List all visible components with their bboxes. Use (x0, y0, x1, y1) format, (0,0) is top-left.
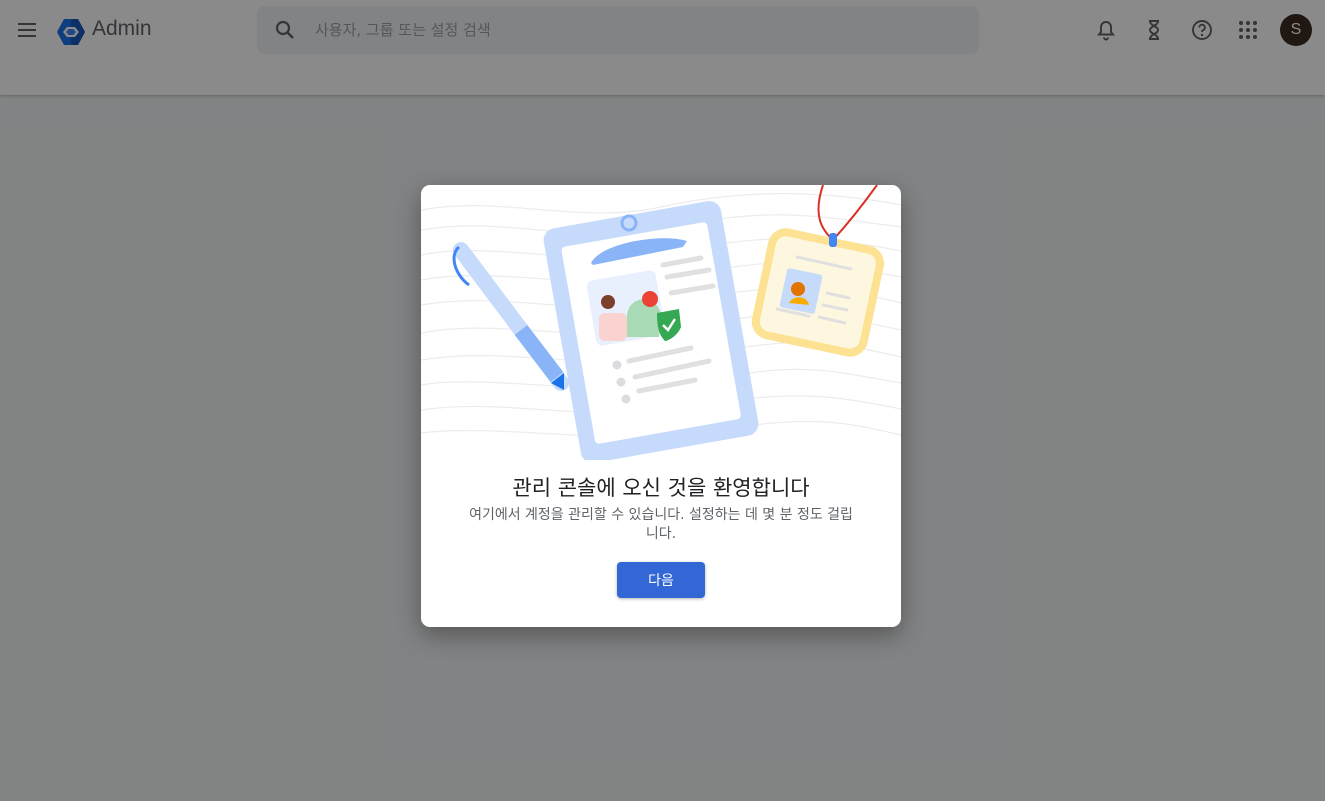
next-button[interactable]: 다음 (617, 562, 705, 598)
dialog-body: 여기에서 계정을 관리할 수 있습니다. 설정하는 데 몇 분 정도 걸립 니다… (441, 506, 881, 544)
welcome-dialog: 관리 콘솔에 오신 것을 환영합니다 여기에서 계정을 관리할 수 있습니다. … (421, 185, 901, 627)
welcome-illustration (421, 185, 901, 460)
pen-icon (452, 242, 569, 391)
dialog-title: 관리 콘솔에 오신 것을 환영합니다 (512, 476, 810, 500)
clipboard-icon (543, 201, 759, 460)
dialog-body-line: 니다. (645, 526, 677, 542)
id-badge-icon (751, 185, 885, 357)
dialog-body-line: 여기에서 계정을 관리할 수 있습니다. 설정하는 데 몇 분 정도 걸립 (469, 507, 853, 523)
